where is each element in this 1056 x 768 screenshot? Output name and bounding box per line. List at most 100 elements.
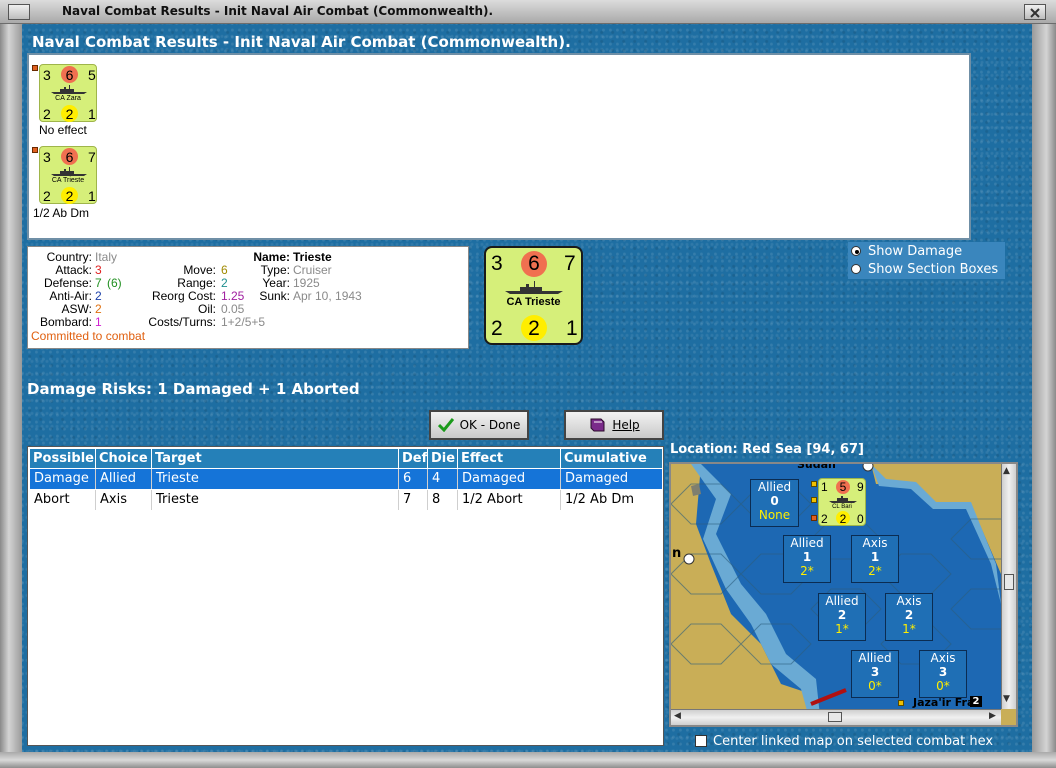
horizontal-scroll-thumb[interactable]	[828, 712, 842, 722]
section-box-axis-1[interactable]: Axis 1 2*	[851, 535, 899, 583]
combat-map[interactable]: n Sudan Allied 0 None Allied 1 2* Axis 1…	[669, 462, 1018, 727]
section-box-allied-0[interactable]: Allied 0 None	[750, 479, 799, 527]
center-linked-map-label[interactable]: Center linked map on selected combat hex	[713, 734, 993, 749]
scroll-down-icon[interactable]: ▼	[1003, 694, 1010, 704]
window-frame-right	[1032, 24, 1056, 768]
counter-top-right: 7	[88, 149, 96, 165]
scroll-right-icon[interactable]: ▶	[989, 711, 996, 721]
col-header-def[interactable]: Def	[399, 449, 428, 468]
page-title: Naval Combat Results - Init Naval Air Co…	[32, 33, 571, 51]
sunk-value: Apr 10, 1943	[293, 289, 362, 303]
type-value: Cruiser	[293, 263, 332, 277]
show-damage-label[interactable]: Show Damage	[868, 244, 962, 259]
counter-top-left: 3	[43, 149, 51, 165]
counter-bot-mid: 2	[839, 512, 847, 526]
unit-list: 3 6 5 CA Zara 2 2 1 No effect 3 6 7 CA T…	[27, 53, 971, 240]
cruiser-icon	[505, 281, 563, 294]
show-damage-radio[interactable]	[851, 246, 861, 256]
ok-done-button[interactable]: OK - Done	[429, 410, 529, 440]
cell-die: 4	[428, 469, 458, 489]
cell-die: 8	[428, 490, 458, 510]
place-marker	[898, 700, 904, 706]
map-counter-dot	[811, 515, 817, 521]
scroll-left-icon[interactable]: ◀	[674, 711, 681, 721]
stack-count-badge: 2	[970, 696, 982, 707]
defense-value: 7	[95, 276, 102, 290]
move-label: Move:	[183, 263, 216, 277]
map-label-left: n	[672, 546, 682, 561]
map-horizontal-scrollbar[interactable]: ◀ ▶	[671, 709, 1001, 725]
close-button[interactable]	[1024, 4, 1046, 20]
col-header-effect[interactable]: Effect	[458, 449, 561, 468]
section-side: Axis	[930, 651, 956, 665]
section-num: 0	[770, 494, 779, 508]
map-counter-dot	[811, 497, 817, 503]
col-header-choice[interactable]: Choice	[96, 449, 152, 468]
unit-result: No effect	[39, 123, 87, 137]
section-side: Axis	[862, 536, 888, 550]
section-val: 2*	[868, 564, 882, 578]
section-num: 1	[802, 550, 812, 564]
section-side: Allied	[757, 480, 792, 494]
unit-result: 1/2 Ab Dm	[33, 206, 90, 220]
show-section-boxes-radio[interactable]	[851, 264, 861, 274]
scroll-up-icon[interactable]: ▲	[1003, 466, 1010, 476]
section-box-allied-2[interactable]: Allied 2 1*	[818, 593, 866, 641]
section-box-allied-3[interactable]: Allied 3 0*	[851, 650, 899, 698]
cell-choice: Allied	[96, 469, 152, 489]
map-unit-counter[interactable]: 1 5 9 CL Bari 2 2 0	[818, 478, 866, 526]
unit-status-dot	[32, 147, 38, 153]
section-side: Allied	[790, 536, 824, 550]
help-button[interactable]: Help	[564, 410, 664, 440]
unit-counter-trieste[interactable]: 3 6 7 CA Trieste 2 2 1	[39, 146, 97, 204]
country-value: Italy	[95, 250, 118, 264]
counter-top-left: 3	[491, 252, 503, 275]
section-side: Allied	[825, 594, 859, 608]
cell-cumulative: Damaged	[561, 469, 662, 489]
section-num: 2	[837, 608, 847, 622]
section-box-allied-1[interactable]: Allied 1 2*	[783, 535, 831, 583]
name-label: Name:	[253, 250, 290, 264]
close-icon	[1030, 8, 1040, 18]
year-label: Year:	[262, 276, 290, 290]
bombard-value: 1	[95, 315, 102, 329]
col-header-possible[interactable]: Possible	[30, 449, 96, 468]
section-box-axis-3[interactable]: Axis 3 0*	[919, 650, 967, 698]
unit-info-panel: Country: Italy Attack: 3 Defense: 7 (6) …	[27, 246, 469, 349]
sunk-label: Sunk:	[259, 289, 290, 303]
counter-bot-right: 1	[566, 317, 578, 340]
counter-ship-name: CA Trieste	[506, 296, 561, 308]
col-header-die[interactable]: Die	[428, 449, 458, 468]
section-box-axis-2[interactable]: Axis 2 1*	[885, 593, 933, 641]
window-menu-button[interactable]	[8, 4, 30, 20]
ok-done-label: OK - Done	[459, 418, 521, 432]
vertical-scroll-thumb[interactable]	[1004, 574, 1014, 590]
defense-extra: (6)	[107, 276, 122, 290]
section-num: 2	[904, 608, 914, 622]
unit-status-dot	[32, 65, 38, 71]
combat-results-table: Possible Choice Target Def Die Effect Cu…	[27, 446, 664, 746]
col-header-target[interactable]: Target	[152, 449, 399, 468]
cell-possible: Abort	[30, 490, 96, 510]
antiair-value: 2	[95, 289, 102, 303]
center-linked-map-checkbox[interactable]	[695, 735, 707, 747]
location-label: Location: Red Sea [94, 67]	[670, 442, 864, 457]
counter-top-right: 9	[857, 480, 864, 494]
section-val: 2*	[800, 564, 814, 578]
name-value: Trieste	[293, 250, 332, 264]
committed-status: Committed to combat	[31, 329, 146, 343]
show-section-boxes-label[interactable]: Show Section Boxes	[868, 262, 998, 277]
unit-counter-zara[interactable]: 3 6 5 CA Zara 2 2 1	[39, 64, 97, 122]
section-val: None	[758, 508, 791, 522]
costs-value: 1+2/5+5	[221, 315, 266, 329]
section-val: 0*	[868, 679, 882, 693]
damage-risks: Damage Risks: 1 Damaged + 1 Aborted	[27, 380, 360, 398]
counter-bot-mid: 2	[65, 188, 74, 204]
cell-choice: Axis	[96, 490, 152, 510]
attack-label: Attack:	[55, 263, 92, 277]
cell-target: Trieste	[152, 490, 399, 510]
map-vertical-scrollbar[interactable]: ▲ ▼	[1001, 464, 1016, 709]
counter-top-mid: 6	[65, 67, 74, 83]
col-header-cumulative[interactable]: Cumulative	[561, 449, 662, 468]
counter-bot-right: 1	[88, 188, 96, 204]
